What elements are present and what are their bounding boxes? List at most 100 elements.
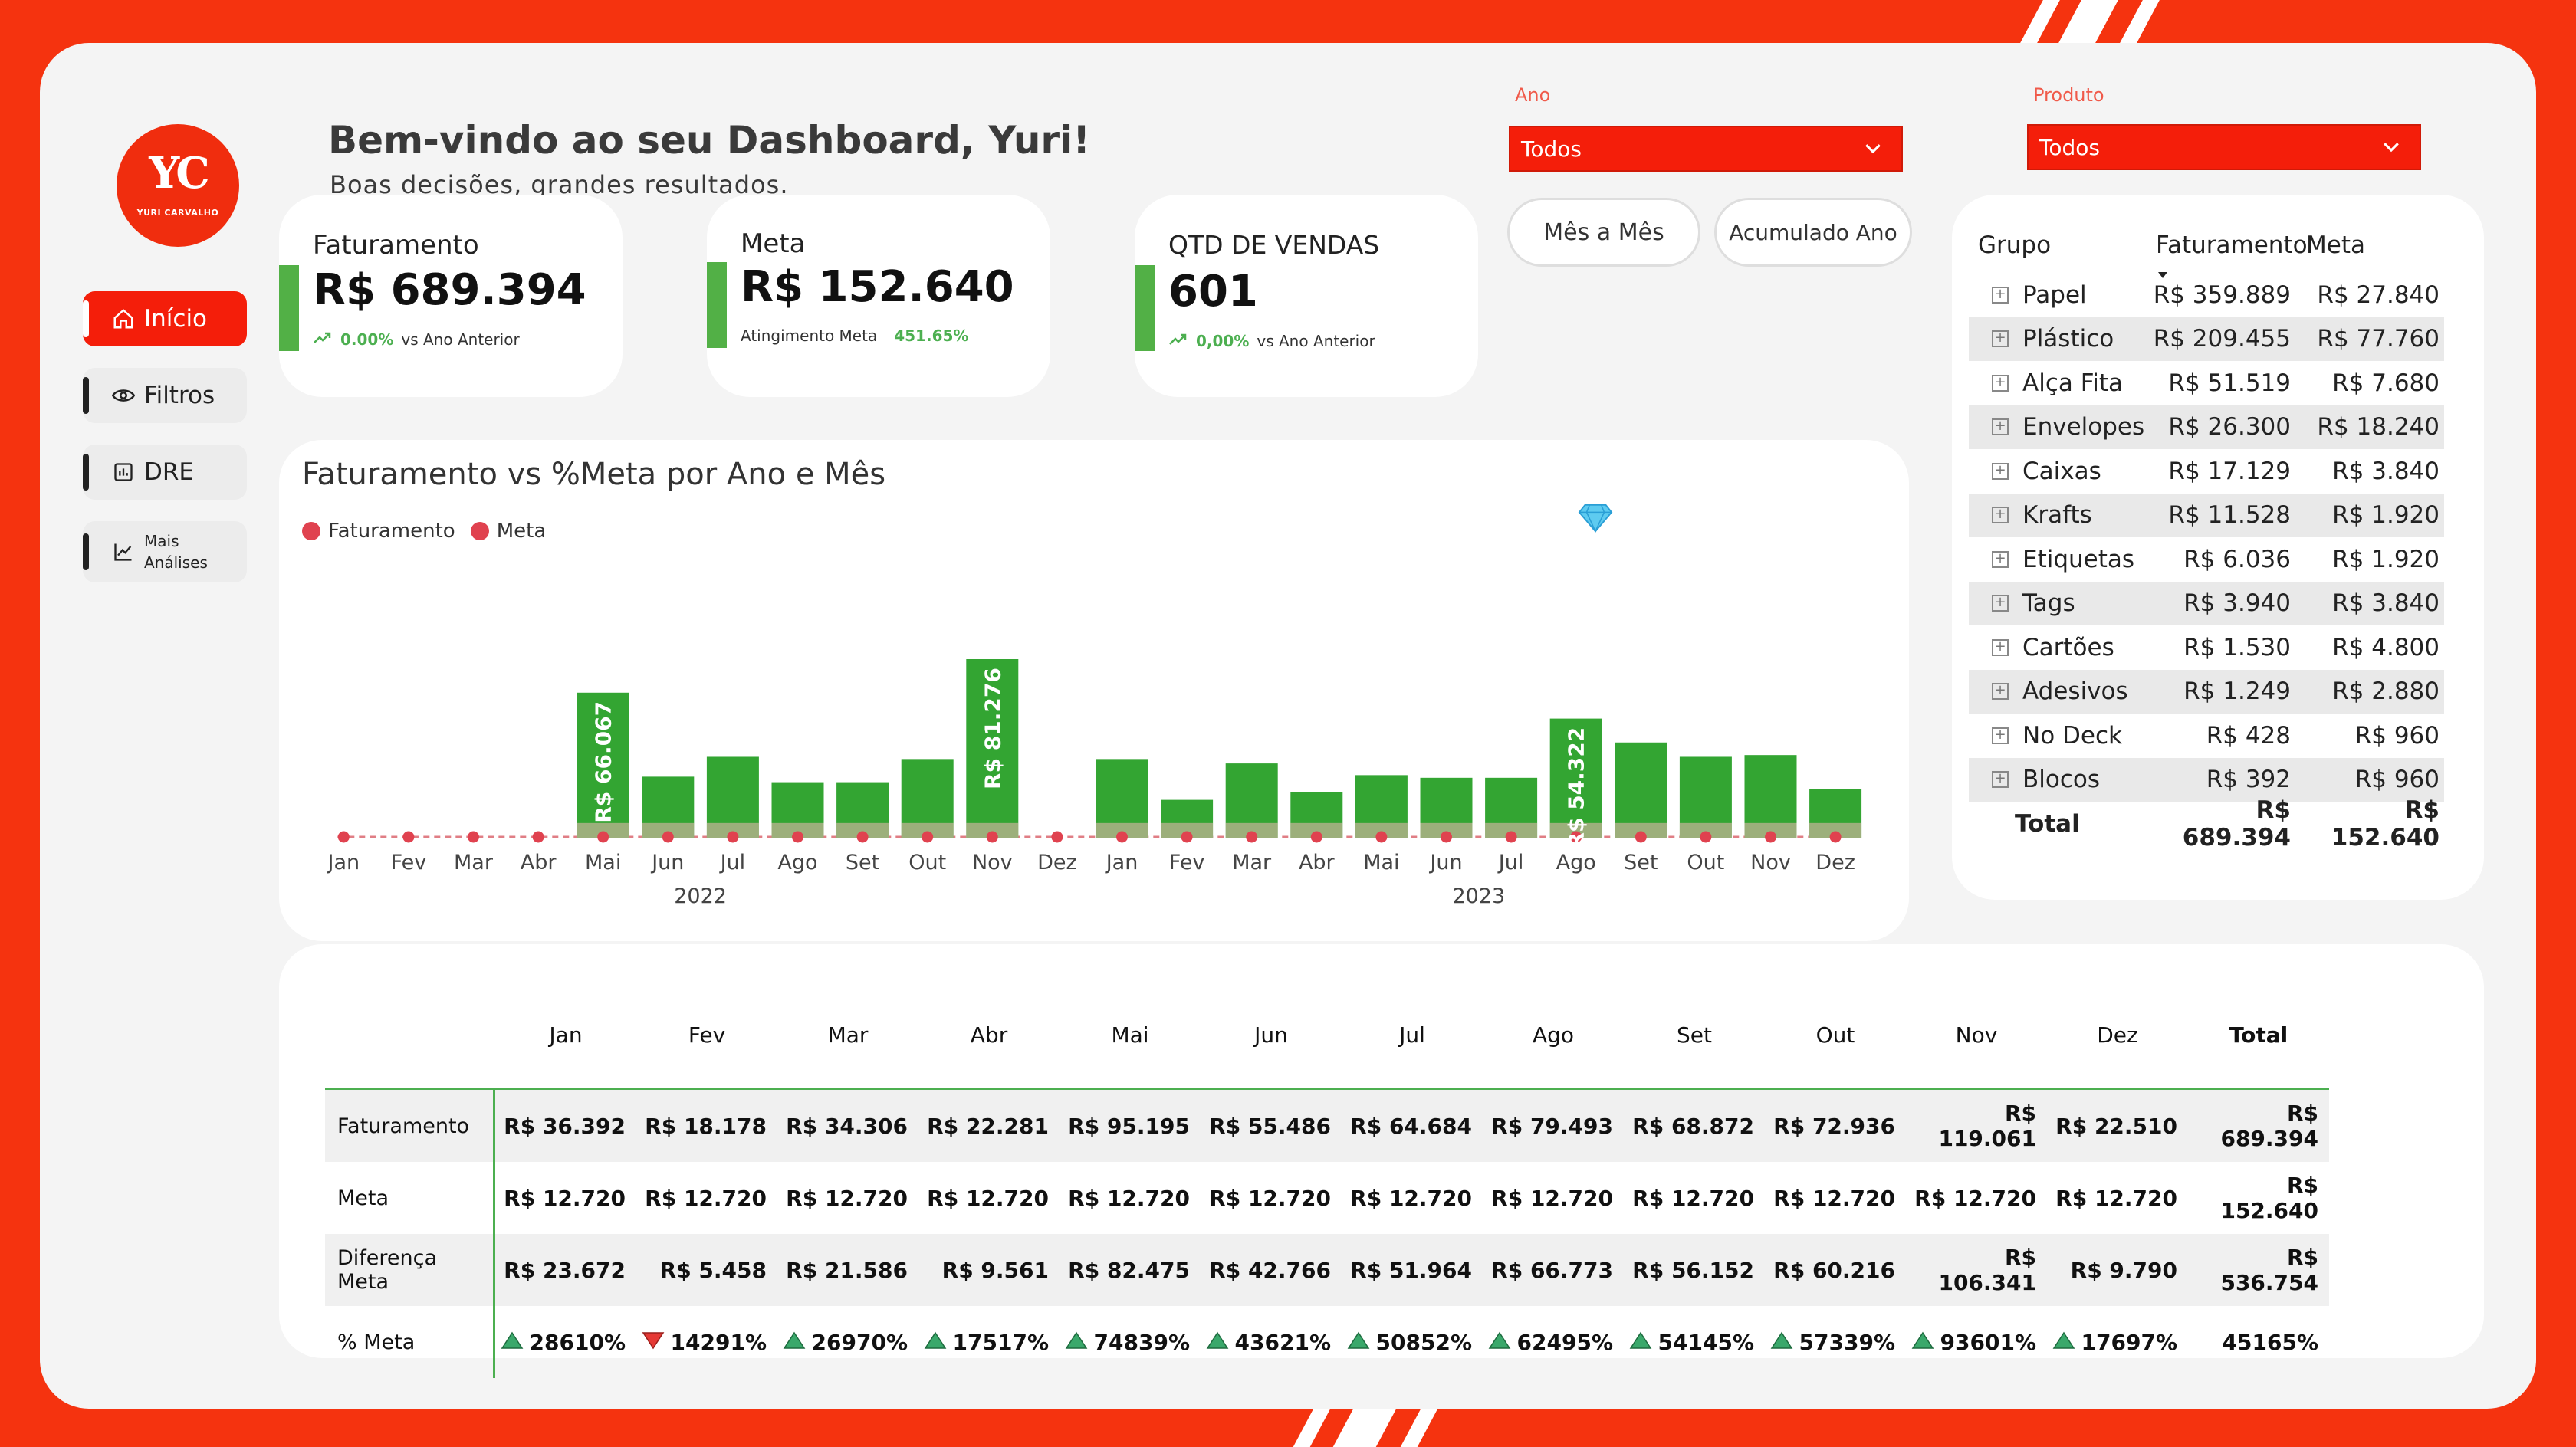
cell-value: 54145% — [1658, 1329, 1754, 1355]
cell-value: R$ 51.964 — [1350, 1257, 1472, 1283]
x-tick-label: Nov — [1750, 851, 1791, 874]
expand-icon[interactable]: + — [1992, 374, 2009, 392]
cell-value: R$ 12.720 — [504, 1185, 626, 1211]
nav-item-dre[interactable]: DRE — [83, 445, 247, 500]
group-name: Adesivos — [2022, 678, 2128, 706]
report-icon — [110, 459, 136, 485]
table-row[interactable]: + Krafts R$ 11.528 R$ 1.920 — [1969, 493, 2444, 537]
table-row[interactable]: + Alça Fita R$ 51.519 R$ 7.680 — [1969, 361, 2444, 405]
row-header: Faturamento — [325, 1090, 495, 1162]
expand-icon[interactable]: + — [1992, 727, 2009, 744]
value-cell: R$ 22.510 — [2047, 1114, 2188, 1139]
cell-value: 57339% — [1799, 1329, 1895, 1355]
toggle-acumulado-ano[interactable]: Acumulado Ano — [1714, 198, 1912, 267]
group-cell: + No Deck — [1969, 722, 2145, 750]
faturamento-cell: R$ 3.940 — [2183, 589, 2291, 618]
value-cell: R$ 72.936 — [1765, 1114, 1906, 1139]
x-group-label: 2022 — [674, 884, 727, 908]
table-row[interactable]: + Plástico R$ 209.455 R$ 77.760 — [1969, 317, 2444, 361]
filter-ano-value: Todos — [1521, 136, 1582, 162]
column-header: Jul — [1399, 1022, 1425, 1048]
group-name: Caixas — [2022, 457, 2101, 485]
kpi-title: QTD DE VENDAS — [1168, 230, 1380, 260]
x-tick-label: Abr — [521, 851, 557, 874]
chart-point-meta — [1765, 831, 1776, 843]
expand-icon[interactable]: + — [1992, 462, 2009, 480]
chart-point-meta — [532, 831, 544, 843]
expand-icon[interactable]: + — [1992, 638, 2009, 656]
x-group-label: 2023 — [1452, 884, 1505, 908]
kpi-accent — [1135, 265, 1155, 351]
table-row[interactable]: + Tags R$ 3.940 R$ 3.840 — [1969, 581, 2444, 625]
table-row[interactable]: + Papel R$ 359.889 R$ 27.840 — [1969, 273, 2444, 317]
table-row[interactable]: + No Deck R$ 428 R$ 960 — [1969, 714, 2444, 758]
cell-value: R$ 106.341 — [1938, 1245, 2036, 1295]
x-tick-label: Jun — [650, 851, 684, 874]
cell-value: R$ 64.684 — [1350, 1113, 1472, 1139]
expand-icon[interactable]: + — [1992, 683, 2009, 701]
meta-cell: R$ 18.240 — [2317, 413, 2440, 441]
expand-icon[interactable]: + — [1992, 550, 2009, 568]
x-tick-label: Fev — [1169, 851, 1205, 874]
chart-point-meta — [727, 831, 739, 843]
value-cell: 62495% — [1483, 1330, 1624, 1355]
nav-label: DRE — [144, 458, 194, 486]
toggle-mes-a-mes[interactable]: Mês a Mês — [1507, 198, 1700, 267]
x-tick-label: Out — [909, 851, 946, 874]
expand-icon[interactable]: + — [1992, 330, 2009, 348]
faturamento-cell: R$ 392 — [2206, 766, 2291, 794]
decor-stripe — [1293, 1409, 1331, 1447]
expand-icon[interactable]: + — [1992, 507, 2009, 524]
value-cell: R$ 12.720 — [1201, 1186, 1342, 1211]
column-header: Abr — [970, 1022, 1008, 1048]
expand-icon[interactable]: + — [1992, 418, 2009, 436]
x-tick-label: Jul — [1497, 851, 1524, 874]
value-cell: 45165% — [2188, 1330, 2329, 1355]
table-header-row: Jan Fev Mar Abr Mai Jun Jul Ago Set Out Nov Dez Tota… — [325, 983, 2329, 1090]
value-cell: R$ 152.640 — [2188, 1173, 2329, 1223]
faturamento-cell: R$ 359.889 — [2153, 281, 2291, 309]
value-cell: 26970% — [777, 1330, 918, 1355]
column-header: Grupo — [1978, 231, 2052, 259]
logo-text: YURI CARVALHO — [136, 208, 219, 218]
expand-icon[interactable]: + — [1992, 286, 2009, 304]
chart-point-meta — [792, 831, 803, 843]
total-label: Total — [2015, 809, 2080, 838]
faturamento-cell: R$ 11.528 — [2168, 501, 2291, 530]
cell-value: R$ 12.720 — [645, 1185, 767, 1211]
cell-value: R$ 56.152 — [1632, 1257, 1754, 1283]
table-row[interactable]: + Envelopes R$ 26.300 R$ 18.240 — [1969, 405, 2444, 449]
cell-value: 14291% — [670, 1329, 767, 1355]
group-cell: + Krafts — [1969, 501, 2145, 529]
cell-value: R$ 23.672 — [504, 1257, 626, 1283]
value-cell: R$ 12.720 — [918, 1186, 1060, 1211]
table-row[interactable]: + Cartões R$ 1.530 R$ 4.800 — [1969, 625, 2444, 670]
value-cell: R$ 12.720 — [1483, 1186, 1624, 1211]
table-row[interactable]: + Blocos R$ 392 R$ 960 — [1969, 757, 2444, 802]
chart-point-meta — [1829, 831, 1842, 843]
table-row[interactable]: + Adesivos R$ 1.249 R$ 2.880 — [1969, 669, 2444, 714]
value-cell: R$ 79.493 — [1483, 1114, 1624, 1139]
kpi-change: 0,00% vs Ano Anterior — [1168, 331, 1375, 350]
triangle-up-icon — [913, 1330, 947, 1355]
expand-icon[interactable]: + — [1992, 595, 2009, 612]
table-row[interactable]: + Etiquetas R$ 6.036 R$ 1.920 — [1969, 537, 2444, 582]
expand-icon[interactable]: + — [1992, 771, 2009, 789]
faturamento-cell: R$ 26.300 — [2168, 413, 2291, 441]
eye-icon — [110, 382, 136, 409]
trend-up-icon — [1168, 331, 1188, 350]
brand-logo: YC YURI CARVALHO — [117, 124, 239, 247]
value-cell: R$ 82.475 — [1060, 1258, 1201, 1283]
filter-ano-dropdown[interactable]: Todos — [1509, 126, 1903, 172]
value-cell: R$ 12.720 — [1765, 1186, 1906, 1211]
x-tick-label: Jul — [719, 851, 746, 874]
table-row[interactable]: + Caixas R$ 17.129 R$ 3.840 — [1969, 449, 2444, 494]
group-table-card: Grupo Faturamento Meta + Papel R$ 359.889 R… — [1952, 195, 2484, 900]
filter-produto-dropdown[interactable]: Todos — [2027, 124, 2421, 170]
nav-item-filtros[interactable]: Filtros — [83, 368, 247, 423]
column-header: Out — [1815, 1022, 1855, 1048]
column-header-sorted[interactable]: Faturamento — [2145, 231, 2308, 278]
nav-item-mais-analises[interactable]: Mais Análises — [83, 521, 247, 582]
value-cell: R$ 12.720 — [636, 1186, 777, 1211]
nav-item-inicio[interactable]: Início — [83, 291, 247, 346]
